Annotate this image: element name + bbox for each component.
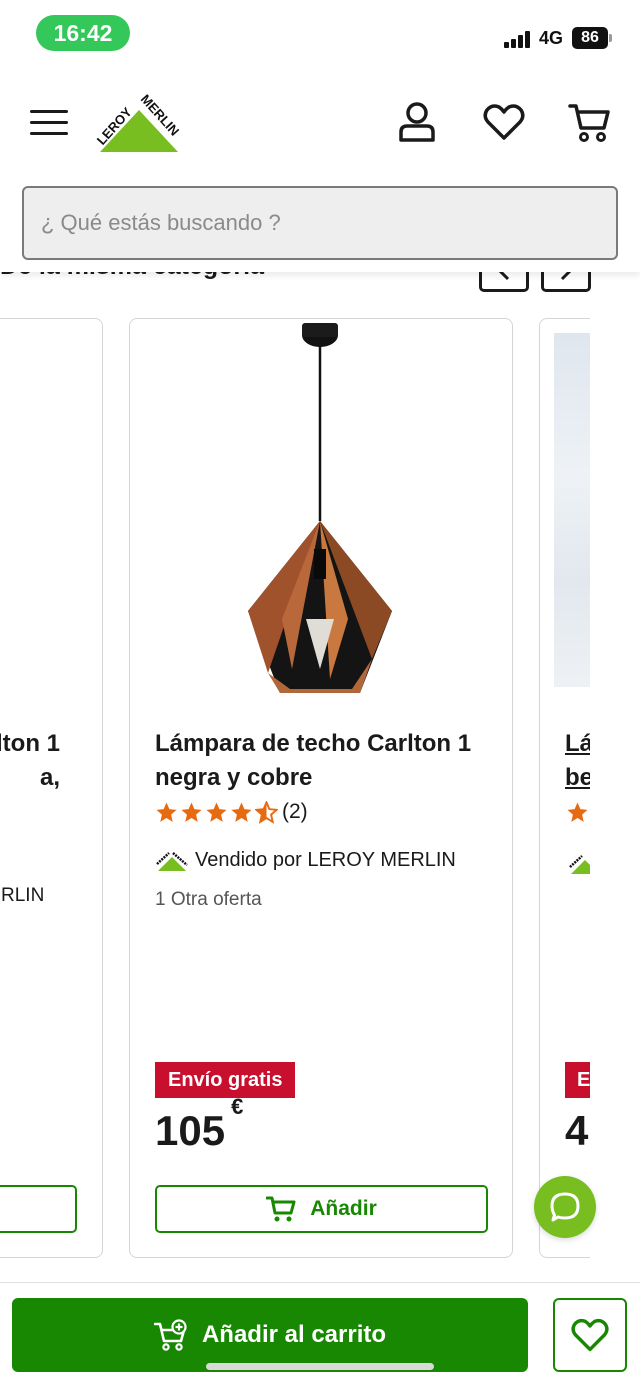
- seller-label-partial: RLIN: [1, 885, 45, 906]
- carousel-edge-mask: [590, 300, 640, 1280]
- leroy-merlin-logo[interactable]: LEROY MERLIN: [86, 90, 192, 158]
- chat-button[interactable]: [534, 1176, 596, 1238]
- leroy-merlin-small-logo: [156, 851, 188, 871]
- star-full-icon: [181, 801, 202, 822]
- signal-icon: [504, 30, 534, 48]
- price-currency: €: [231, 1094, 244, 1119]
- add-to-wishlist-button[interactable]: [553, 1298, 627, 1372]
- product-price: 105€: [155, 1094, 243, 1155]
- cart-icon: [266, 1196, 296, 1222]
- product-price-partial: 4: [565, 1107, 589, 1154]
- product-image-pendant-lamp[interactable]: [210, 319, 430, 709]
- rating-stars: (2): [155, 797, 308, 827]
- product-title-partial[interactable]: Lá be: [565, 727, 593, 795]
- cart-add-icon: [153, 1319, 187, 1351]
- add-to-cart-button[interactable]: Añadir: [155, 1185, 488, 1233]
- star-full-icon: [206, 801, 227, 822]
- cart-button-label: Añadir al carrito: [201, 1321, 387, 1348]
- product-image-partial[interactable]: [554, 333, 594, 687]
- add-button-partial[interactable]: [0, 1185, 77, 1233]
- search-input[interactable]: [24, 188, 616, 258]
- status-time: 16:42: [36, 15, 130, 51]
- product-title[interactable]: Lámpara de techo Carlton 1 negra y cobre: [155, 727, 495, 795]
- star-half-icon: [255, 800, 278, 824]
- bottom-action-bar: Añadir al carrito: [0, 1282, 640, 1384]
- chat-bubble-icon: [550, 1192, 580, 1222]
- search-field[interactable]: [22, 186, 618, 260]
- heart-icon: [571, 1318, 609, 1352]
- add-button-label: Añadir: [310, 1197, 377, 1220]
- wishlist-heart-icon[interactable]: [482, 100, 526, 144]
- product-card[interactable]: Lámpara de techo Carlton 1 negra y cobre…: [129, 318, 513, 1258]
- add-to-cart-main-button[interactable]: Añadir al carrito: [12, 1298, 528, 1372]
- free-shipping-badge: Envío gratis: [155, 1062, 296, 1098]
- cart-icon[interactable]: [568, 100, 612, 144]
- product-title-partial[interactable]: lton 1 a,: [0, 727, 102, 795]
- star-full-icon: [567, 802, 588, 822]
- hamburger-menu-icon[interactable]: [30, 106, 70, 138]
- other-offers-label[interactable]: 1 Otra oferta: [155, 889, 262, 911]
- product-card-previous[interactable]: lton 1 a, RLIN: [0, 318, 103, 1258]
- network-label: 4G: [539, 28, 564, 48]
- account-icon[interactable]: [396, 100, 440, 144]
- home-indicator: [206, 1363, 434, 1370]
- review-count[interactable]: (2): [282, 800, 308, 824]
- price-value: 105: [155, 1107, 226, 1154]
- site-header: LEROY MERLIN: [0, 66, 640, 272]
- seller-label: Vendido por LEROY MERLIN: [195, 849, 456, 871]
- battery-icon: 86: [572, 27, 608, 49]
- seller-info: Vendido por LEROY MERLIN: [155, 849, 456, 872]
- star-full-icon: [156, 801, 177, 822]
- star-full-icon: [231, 801, 252, 822]
- battery-tip: [609, 34, 612, 42]
- status-bar: 16:42 4G 86: [0, 0, 640, 66]
